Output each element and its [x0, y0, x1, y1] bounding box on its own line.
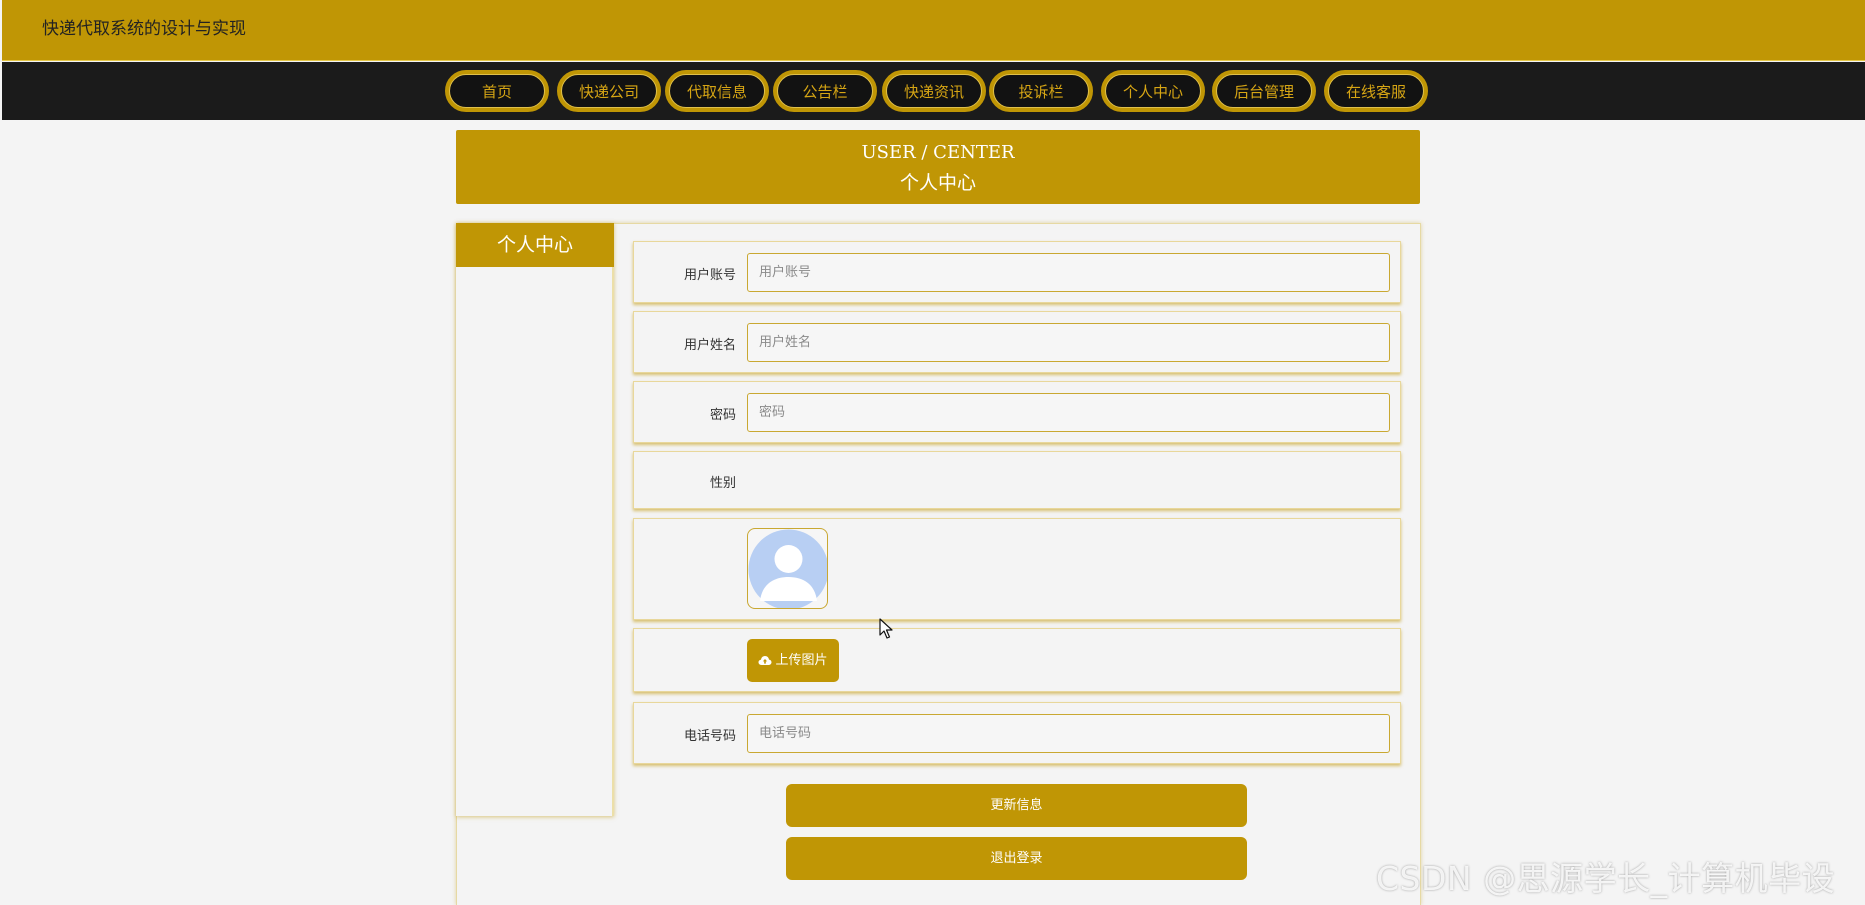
nav-item-label: 个人中心: [1105, 74, 1201, 108]
password-input[interactable]: [747, 393, 1390, 432]
password-label: 密码: [709, 408, 736, 423]
nav-item-label: 代取信息: [669, 74, 765, 108]
form-row-avatar: [633, 518, 1401, 620]
nav-item-home[interactable]: 首页: [445, 70, 549, 112]
nav-item-express-company[interactable]: 快递公司: [557, 70, 661, 112]
site-header: 快递代取系统的设计与实现: [2, 0, 1865, 61]
cloud-upload-icon: [758, 656, 772, 665]
phone-input[interactable]: [747, 714, 1390, 753]
nav-item-user-center[interactable]: 个人中心: [1101, 70, 1205, 112]
form-row-name: 用户姓名: [633, 311, 1401, 373]
nav-item-label: 公告栏: [777, 74, 873, 108]
nav-item-label: 投诉栏: [993, 74, 1089, 108]
nav-item-bulletin[interactable]: 公告栏: [773, 70, 877, 112]
nav-item-label: 首页: [449, 74, 545, 108]
nav-item-complaints[interactable]: 投诉栏: [989, 70, 1093, 112]
nav-item-label: 快递资讯: [886, 74, 982, 108]
watermark-text: CSDN @思源学长_计算机毕设: [1376, 859, 1836, 898]
main-nav: 首页 快递公司 代取信息 公告栏 快递资讯 投诉栏 个人中心 后台管理 在线客服: [2, 62, 1865, 120]
mouse-cursor-icon: [879, 618, 893, 639]
site-title: 快递代取系统的设计与实现: [42, 19, 246, 39]
nav-item-label: 后台管理: [1216, 74, 1312, 108]
sidebar-item-user-center[interactable]: 个人中心: [456, 223, 614, 267]
page-banner: USER / CENTER 个人中心: [456, 130, 1420, 204]
account-label: 用户账号: [683, 268, 736, 283]
phone-label: 电话号码: [683, 729, 736, 744]
nav-item-express-news[interactable]: 快递资讯: [882, 70, 986, 112]
banner-title-cn: 个人中心: [899, 172, 976, 194]
form-row-password: 密码: [633, 381, 1401, 443]
sidebar: 个人中心: [456, 223, 614, 816]
form-row-phone: 电话号码: [633, 702, 1401, 764]
upload-image-button[interactable]: 上传图片: [747, 639, 839, 682]
update-info-button[interactable]: 更新信息: [786, 784, 1247, 827]
form-row-account: 用户账号: [633, 241, 1401, 303]
account-input[interactable]: [747, 253, 1390, 292]
name-input[interactable]: [747, 323, 1390, 362]
nav-item-pickup-info[interactable]: 代取信息: [665, 70, 769, 112]
avatar[interactable]: [747, 528, 828, 609]
form-row-upload: 上传图片: [633, 628, 1401, 692]
form-row-gender: 性别: [633, 451, 1401, 509]
nav-item-admin[interactable]: 后台管理: [1212, 70, 1316, 112]
name-label: 用户姓名: [683, 338, 736, 353]
user-avatar-icon: [748, 529, 827, 608]
banner-title-en: USER / CENTER: [861, 142, 1015, 163]
nav-item-label: 在线客服: [1328, 74, 1424, 108]
logout-button[interactable]: 退出登录: [786, 837, 1247, 880]
upload-image-label: 上传图片: [775, 653, 828, 668]
nav-item-online-service[interactable]: 在线客服: [1324, 70, 1428, 112]
nav-item-label: 快递公司: [561, 74, 657, 108]
gender-label: 性别: [709, 476, 736, 491]
